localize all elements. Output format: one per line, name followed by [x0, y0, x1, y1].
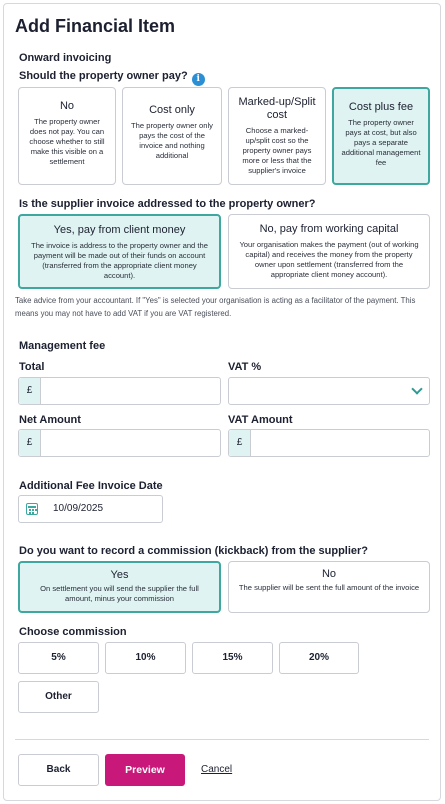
- option-description: The property owner does not pay. You can…: [29, 117, 105, 166]
- commission-question: Do you want to record a commission (kick…: [19, 545, 369, 557]
- total-label: Total: [19, 361, 45, 373]
- option-title: Cost only: [149, 104, 195, 116]
- net-amount-input[interactable]: £: [18, 429, 221, 457]
- owner-pay-question: Should the property owner pay? i: [19, 70, 205, 86]
- vat-amount-input[interactable]: £: [228, 429, 430, 457]
- option-description: The invoice is address to the property o…: [31, 241, 208, 280]
- currency-prefix: £: [229, 430, 251, 456]
- option-description: The property owner pays at cost, but als…: [341, 118, 421, 167]
- owner-pay-question-text: Should the property owner pay?: [19, 70, 188, 82]
- supplier-option-no[interactable]: No, pay from working capital Your organi…: [228, 214, 430, 289]
- owner-pay-option-cost-only[interactable]: Cost only The property owner only pays t…: [122, 87, 222, 185]
- info-icon[interactable]: i: [191, 73, 205, 86]
- commission-choice-15[interactable]: 15%: [192, 642, 273, 674]
- footer-divider: [15, 739, 429, 740]
- invoice-date-value: 10/09/2025: [53, 503, 104, 514]
- commission-choice-10[interactable]: 10%: [105, 642, 186, 674]
- owner-pay-option-cost-plus-fee[interactable]: Cost plus fee The property owner pays at…: [332, 87, 430, 185]
- option-title: No: [59, 100, 75, 112]
- option-title: Marked-up/Split cost: [238, 96, 316, 121]
- commission-choice-other[interactable]: Other: [18, 681, 99, 713]
- commission-choice-20[interactable]: 20%: [279, 642, 359, 674]
- vat-percent-select[interactable]: [228, 377, 430, 405]
- option-title: Yes: [110, 569, 129, 581]
- back-button[interactable]: Back: [18, 754, 99, 786]
- vat-advice-note: Take advice from your accountant. If "Ye…: [15, 296, 416, 318]
- vat-amount-label: VAT Amount: [228, 414, 293, 426]
- option-title: Yes, pay from client money: [53, 224, 186, 236]
- net-amount-label: Net Amount: [19, 414, 81, 426]
- owner-pay-option-marked-up[interactable]: Marked-up/Split cost Choose a marked-up/…: [228, 87, 326, 185]
- calendar-icon[interactable]: [26, 503, 38, 515]
- option-title: No: [321, 568, 337, 580]
- currency-prefix: £: [19, 430, 41, 456]
- option-description: The property owner only pays the cost of…: [131, 121, 213, 160]
- option-description: On settlement you will send the supplier…: [40, 584, 199, 603]
- option-description: Your organisation makes the payment (out…: [239, 240, 419, 279]
- cancel-link[interactable]: Cancel: [201, 764, 232, 775]
- preview-button[interactable]: Preview: [105, 754, 185, 786]
- option-description: The supplier will be sent the full amoun…: [238, 583, 420, 592]
- option-title: Cost plus fee: [348, 101, 414, 113]
- option-description: Choose a marked-up/split cost so the pro…: [242, 126, 312, 175]
- choose-commission-label: Choose commission: [19, 626, 127, 638]
- invoice-date-input[interactable]: 10/09/2025: [18, 495, 163, 523]
- commission-option-yes[interactable]: Yes On settlement you will send the supp…: [18, 561, 221, 613]
- commission-option-no[interactable]: No The supplier will be sent the full am…: [228, 561, 430, 613]
- supplier-invoice-question: Is the supplier invoice addressed to the…: [19, 198, 316, 210]
- commission-choice-5[interactable]: 5%: [18, 642, 99, 674]
- invoice-date-label: Additional Fee Invoice Date: [19, 480, 163, 492]
- chevron-down-icon: [411, 383, 423, 395]
- currency-prefix: £: [19, 378, 41, 404]
- management-fee-heading: Management fee: [19, 340, 106, 352]
- onward-invoicing-heading: Onward invoicing: [19, 52, 112, 64]
- owner-pay-option-no[interactable]: No The property owner does not pay. You …: [18, 87, 116, 185]
- supplier-option-yes[interactable]: Yes, pay from client money The invoice i…: [18, 214, 221, 289]
- option-title: No, pay from working capital: [259, 223, 399, 235]
- page-title: Add Financial Item: [15, 16, 176, 36]
- vat-percent-label: VAT %: [228, 361, 262, 373]
- total-input[interactable]: £: [18, 377, 221, 405]
